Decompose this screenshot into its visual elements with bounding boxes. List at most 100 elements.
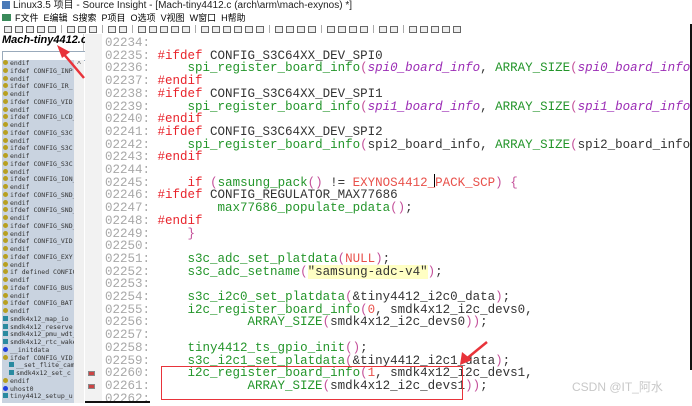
toolbar-button-icon[interactable] <box>15 25 23 33</box>
toolbar-button-icon[interactable] <box>37 25 45 33</box>
code-editor[interactable]: 02234: 02235: #ifdef CONFIG_S3C64XX_DEV_… <box>85 34 692 406</box>
symbol-list-item[interactable]: ifdef CONFIG_S3C <box>2 145 74 153</box>
symbol-list-item[interactable]: smdk4x12_map_io <box>2 315 74 324</box>
symbol-list-item[interactable]: ifdef CONFIG_IR_ <box>2 83 74 91</box>
symbol-list-item[interactable]: endif <box>2 184 74 192</box>
toolbar-button-icon[interactable] <box>26 25 34 33</box>
toolbar-button-icon[interactable] <box>78 25 86 33</box>
toolbar-button-icon[interactable] <box>108 25 116 33</box>
symbol-list-item[interactable]: if defined CONFIG <box>2 269 74 277</box>
toolbar-button-icon[interactable] <box>379 25 387 33</box>
symbol-list-item[interactable]: ifdef CONFIG_SND_ <box>2 207 74 215</box>
symbol-list-item[interactable]: endif <box>2 60 74 68</box>
toolbar-button-icon[interactable] <box>201 25 209 33</box>
symbol-list-item[interactable]: uhost0 <box>2 385 74 394</box>
symbol-list-item[interactable]: ifdef CONFIG_EXY <box>2 253 74 262</box>
symbol-list-item[interactable]: endif <box>2 168 74 177</box>
toolbar-button-icon[interactable] <box>4 25 12 33</box>
symbol-list-item[interactable]: ifdef CONFIG_SND_ <box>2 191 74 200</box>
menu-item[interactable]: V视图 <box>161 13 185 23</box>
symbol-list-item[interactable]: __set_flite_cam <box>2 362 74 370</box>
symbol-list-item[interactable]: ifdef CONFIG_VID <box>2 98 74 107</box>
symbol-name: ifdef CONFIG_VID <box>10 238 73 246</box>
symbol-list-scrollbar[interactable]: ^ <box>74 60 84 403</box>
toolbar-button-icon[interactable] <box>390 25 398 33</box>
toolbar-button-icon[interactable] <box>256 25 264 33</box>
bookmark-icon[interactable] <box>88 383 95 389</box>
mdi-icon[interactable] <box>2 14 11 21</box>
toolbar-button-icon[interactable] <box>160 25 168 33</box>
symbol-list-item[interactable]: endif <box>2 199 74 208</box>
toolbar-button-icon[interactable] <box>327 25 335 33</box>
symbol-list-item[interactable]: ifdef CONFIG_BUS <box>2 284 74 293</box>
symbol-list-item[interactable]: endif <box>2 153 74 161</box>
symbol-list-item[interactable]: smdk4x12_set_c <box>2 370 74 378</box>
menu-item[interactable]: E编辑 <box>44 13 68 23</box>
toolbar-button-icon[interactable] <box>245 25 253 33</box>
symbol-list-item[interactable]: endif <box>2 308 74 316</box>
toolbar-button-icon[interactable] <box>138 25 146 33</box>
symbol-list-item[interactable]: ifdef CONFIG_S3C <box>2 129 74 138</box>
menu-item[interactable]: F文件 <box>15 13 39 23</box>
symbol-list-item[interactable]: endif <box>2 246 74 254</box>
toolbar-button-icon[interactable] <box>297 25 305 33</box>
toolbar-button-icon[interactable] <box>223 25 231 33</box>
symbol-list-item[interactable]: endif <box>2 377 74 386</box>
toolbar-button-icon[interactable] <box>360 25 368 33</box>
code-line[interactable]: 02262: <box>105 392 158 406</box>
symbol-list-item[interactable]: __initdata <box>2 346 74 355</box>
menu-item[interactable]: S搜索 <box>73 13 97 23</box>
toolbar-button-icon[interactable] <box>308 25 316 33</box>
toolbar-button-icon[interactable] <box>48 25 56 33</box>
toolbar-button-icon[interactable] <box>234 25 242 33</box>
toolbar-button-icon[interactable] <box>453 25 461 33</box>
symbol-list-item[interactable]: ifdef CONFIG_SND_ <box>2 222 74 231</box>
code-line[interactable]: 02256: ARRAY_SIZE(smdk4x12_i2c_devs0)); <box>105 316 488 329</box>
toolbar-button-icon[interactable] <box>149 25 157 33</box>
toolbar-button-icon[interactable] <box>275 25 283 33</box>
symbol-list-item[interactable]: endif <box>2 91 74 99</box>
toolbar-button-icon[interactable] <box>409 25 417 33</box>
symbol-list-item[interactable]: endif <box>2 137 74 146</box>
menu-item[interactable]: O选项 <box>131 13 156 23</box>
toolbar-button-icon[interactable] <box>420 25 428 33</box>
toolbar-button-icon[interactable] <box>182 25 190 33</box>
symbol-list-item[interactable]: endif <box>2 277 74 285</box>
toolbar-button-icon[interactable] <box>212 25 220 33</box>
menu-item[interactable]: P项目 <box>102 13 126 23</box>
symbol-list-item[interactable]: smdk4x12_rtc_wake <box>2 339 74 347</box>
toolbar-button-icon[interactable] <box>67 25 75 33</box>
symbol-list-item[interactable]: endif <box>2 122 74 130</box>
symbol-list-item[interactable]: smdk4x12_reserve <box>2 323 74 332</box>
symbol-list-item[interactable]: endif <box>2 230 74 239</box>
symbol-list-item[interactable]: ifdef CONFIG_BAT <box>2 300 74 308</box>
menu-item[interactable]: H帮助 <box>221 13 246 23</box>
symbol-list-item[interactable]: ifdef CONFIG_LCD_ <box>2 114 74 122</box>
toolbar-button-icon[interactable] <box>286 25 294 33</box>
symbol-list-item[interactable]: ifdef CONFIG_VID <box>2 238 74 246</box>
toolbar-button-icon[interactable] <box>338 25 346 33</box>
bookmark-icon[interactable] <box>88 371 95 377</box>
scroll-up-button[interactable]: ^ <box>77 60 81 69</box>
symbol-list-item[interactable]: ifdef CONFIG_INP <box>2 67 74 76</box>
symbol-list-item[interactable]: ifdef CONFIG_VID <box>2 354 74 363</box>
menu-item[interactable]: W窗口 <box>190 13 217 23</box>
preprocessor-icon <box>3 176 8 182</box>
symbol-list[interactable]: endif ifdef CONFIG_INP endif ifdef CONFIG_I… <box>2 60 74 403</box>
toolbar-button-icon[interactable] <box>171 25 179 33</box>
symbol-list-item[interactable]: tiny4412_setup_u <box>2 393 74 401</box>
toolbar-button-icon[interactable] <box>431 25 439 33</box>
symbol-list-item[interactable]: endif <box>2 292 74 301</box>
toolbar-button-icon[interactable] <box>442 25 450 33</box>
symbol-list-item[interactable]: smdk4x12_pmu_wdt_ <box>2 331 74 339</box>
toolbar-button-icon[interactable] <box>349 25 357 33</box>
symbol-list-item[interactable]: endif <box>2 261 74 270</box>
symbol-list-item[interactable]: endif <box>2 215 74 223</box>
symbol-list-item[interactable]: endif <box>2 106 74 115</box>
toolbar-button-icon[interactable] <box>89 25 97 33</box>
code-line[interactable]: 02247: max77686_populate_pdata(); <box>105 202 413 215</box>
symbol-list-item[interactable]: ifdef CONFIG_S3C <box>2 160 74 169</box>
symbol-list-item[interactable]: ifdef CONFIG_ION_ <box>2 176 74 184</box>
symbol-list-item[interactable]: endif <box>2 75 74 84</box>
toolbar-button-icon[interactable] <box>119 25 127 33</box>
